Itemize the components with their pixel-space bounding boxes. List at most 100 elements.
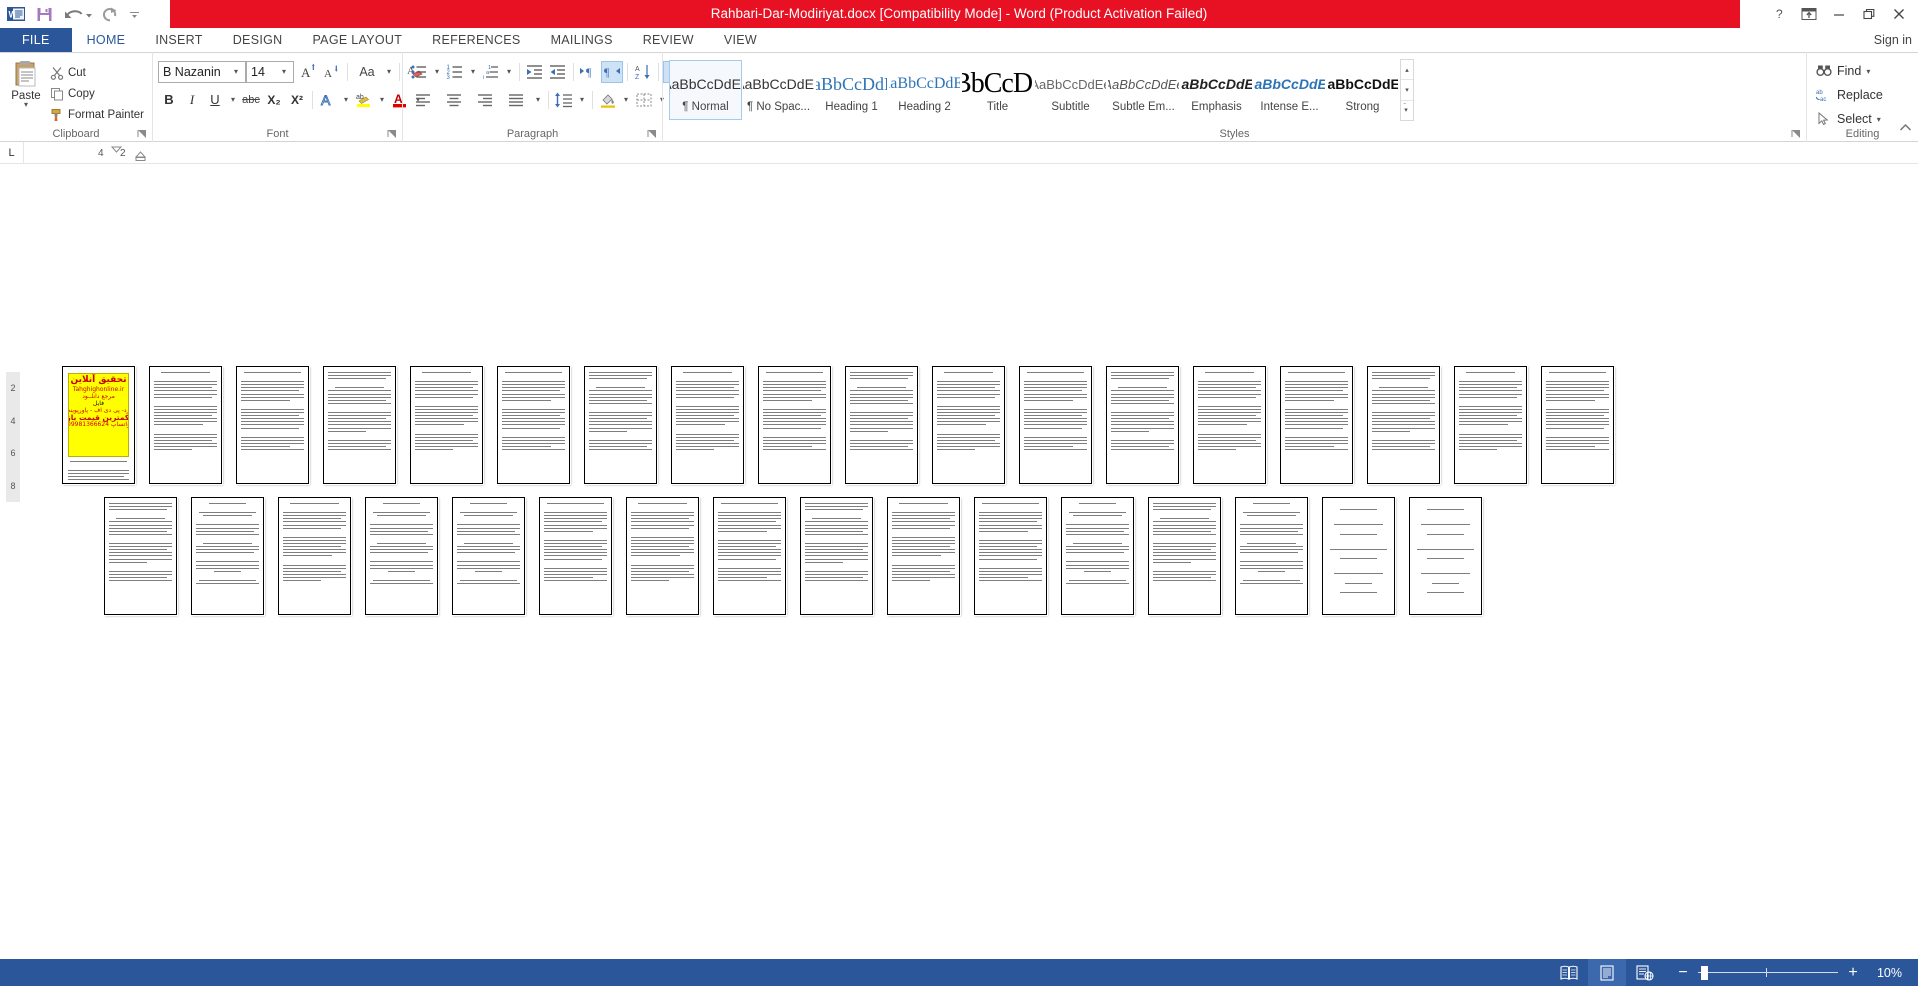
style-item-normal[interactable]: AaBbCcDdEe ¶ Normal (669, 60, 742, 120)
grow-font-icon[interactable]: A (298, 61, 320, 83)
page-thumbnail-20[interactable] (191, 497, 264, 615)
superscript-button[interactable]: X² (286, 89, 308, 111)
numbering-caret[interactable]: ▾ (467, 61, 479, 83)
page-thumbnail-28[interactable] (887, 497, 960, 615)
style-item-emphasis[interactable]: AaBbCcDdEe Emphasis (1180, 60, 1253, 120)
format-painter-button[interactable]: Format Painter (47, 105, 147, 124)
styles-gallery[interactable]: AaBbCcDdEe ¶ Normal AaBbCcDdEe ¶ No Spac… (668, 59, 1400, 121)
align-left-icon[interactable] (408, 89, 438, 111)
shading-icon[interactable] (597, 89, 619, 111)
page-thumbnail-11[interactable] (932, 366, 1005, 484)
page-thumbnail-29[interactable] (974, 497, 1047, 615)
styles-more-icon[interactable]: ▾ ‾ (1401, 101, 1413, 120)
select-caret[interactable]: ▾ (1877, 115, 1881, 124)
font-size-combo[interactable]: 14 ▾ (246, 60, 294, 83)
page-thumbnail-5[interactable] (410, 366, 483, 484)
clipboard-dialog-launcher[interactable] (137, 129, 148, 140)
tab-page-layout[interactable]: PAGE LAYOUT (297, 28, 417, 52)
bullets-icon[interactable] (408, 61, 430, 83)
text-effects-icon[interactable]: A (317, 89, 339, 111)
page-thumbnail-27[interactable] (800, 497, 873, 615)
page-thumbnail-18[interactable] (1541, 366, 1614, 484)
strikethrough-button[interactable]: abc (240, 89, 262, 111)
page-thumbnail-15[interactable] (1280, 366, 1353, 484)
justify-caret[interactable]: ▾ (532, 89, 544, 111)
page-thumbnail-24[interactable] (539, 497, 612, 615)
tab-file[interactable]: FILE (0, 28, 72, 52)
page-thumbnail-22[interactable] (365, 497, 438, 615)
page-thumbnail-12[interactable] (1019, 366, 1092, 484)
style-item-subtitle[interactable]: AaBbCcDdEe Subtitle (1034, 60, 1107, 120)
style-item-no-spacing[interactable]: AaBbCcDdEe ¶ No Spac... (742, 60, 815, 120)
page-thumbnail-26[interactable] (713, 497, 786, 615)
find-caret[interactable]: ▾ (1866, 67, 1870, 76)
multilevel-list-icon[interactable]: 1ai (480, 61, 502, 83)
highlight-color-icon[interactable]: ab (353, 89, 375, 111)
tab-mailings[interactable]: MAILINGS (536, 28, 628, 52)
tab-insert[interactable]: INSERT (140, 28, 217, 52)
sort-icon[interactable]: A Z (632, 61, 654, 83)
font-name-caret[interactable]: ▾ (229, 67, 243, 76)
collapse-ribbon-icon[interactable] (1899, 123, 1912, 137)
font-dialog-launcher[interactable] (387, 129, 398, 140)
page-thumbnail-14[interactable] (1193, 366, 1266, 484)
page-thumbnail-17[interactable] (1454, 366, 1527, 484)
style-item-heading-1[interactable]: AaBbCcDdEe Heading 1 (815, 60, 888, 120)
align-right-icon[interactable] (470, 89, 500, 111)
increase-indent-icon[interactable] (547, 61, 569, 83)
style-item-heading-2[interactable]: AaBbCcDdEe Heading 2 (888, 60, 961, 120)
page-thumbnail-1[interactable]: تحقیق آنلاین Tahghighonline.ir مرجع دانل… (62, 366, 135, 484)
numbering-icon[interactable]: 123 (444, 61, 466, 83)
page-thumbnail-30[interactable] (1061, 497, 1134, 615)
zoom-slider[interactable] (1698, 965, 1838, 980)
page-thumbnail-3[interactable] (236, 366, 309, 484)
page-thumbnail-4[interactable] (323, 366, 396, 484)
page-thumbnail-7[interactable] (584, 366, 657, 484)
tab-review[interactable]: REVIEW (628, 28, 709, 52)
left-to-right-text-direction-icon[interactable]: ¶ (578, 61, 600, 83)
web-layout-icon[interactable] (1626, 959, 1664, 986)
font-size-caret[interactable]: ▾ (277, 67, 291, 76)
ribbon-display-options-icon[interactable] (1794, 1, 1824, 27)
page-thumbnail-19[interactable] (104, 497, 177, 615)
page-thumbnail-33[interactable] (1322, 497, 1395, 615)
page-thumbnail-16[interactable] (1367, 366, 1440, 484)
tab-references[interactable]: REFERENCES (417, 28, 535, 52)
page-thumbnail-13[interactable] (1106, 366, 1179, 484)
underline-button[interactable]: U (204, 89, 226, 111)
zoom-in-button[interactable]: + (1846, 964, 1860, 980)
justify-icon[interactable] (501, 89, 531, 111)
page-thumbnail-8[interactable] (671, 366, 744, 484)
tab-design[interactable]: DESIGN (218, 28, 298, 52)
restore-icon[interactable] (1854, 1, 1884, 27)
borders-icon[interactable] (633, 89, 655, 111)
page-thumbnail-21[interactable] (278, 497, 351, 615)
cut-button[interactable]: Cut (47, 63, 147, 82)
paste-button[interactable]: Paste ▾ (5, 57, 47, 109)
styles-scroll-up-icon[interactable]: ▴ (1401, 60, 1413, 81)
style-item-subtle-emphasis[interactable]: AaBbCcDdEe Subtle Em... (1107, 60, 1180, 120)
page-thumbnail-34[interactable] (1409, 497, 1482, 615)
underline-caret[interactable]: ▾ (227, 89, 239, 111)
style-item-intense-emphasis[interactable]: AaBbCcDdEe Intense E... (1253, 60, 1326, 120)
text-effects-caret[interactable]: ▾ (340, 89, 352, 111)
paragraph-dialog-launcher[interactable] (647, 129, 658, 140)
zoom-slider-thumb[interactable] (1701, 965, 1708, 980)
styles-scroll-down-icon[interactable]: ▾ (1401, 80, 1413, 101)
print-layout-icon[interactable] (1588, 959, 1626, 986)
ruler-marks[interactable]: 4 2 (64, 146, 184, 161)
style-item-title[interactable]: AaBbCcDdEe Title (961, 60, 1034, 120)
page-thumbnail-9[interactable] (758, 366, 831, 484)
multilevel-list-caret[interactable]: ▾ (503, 61, 515, 83)
help-icon[interactable]: ? (1764, 1, 1794, 27)
style-item-strong[interactable]: AaBbCcDdEe Strong (1326, 60, 1399, 120)
shrink-font-icon[interactable]: A (321, 61, 343, 83)
read-mode-icon[interactable] (1550, 959, 1588, 986)
vertical-ruler[interactable]: 2 4 6 8 (6, 372, 20, 502)
line-spacing-icon[interactable] (553, 89, 575, 111)
select-button[interactable]: Select ▾ (1812, 108, 1885, 130)
page-thumbnail-25[interactable] (626, 497, 699, 615)
right-to-left-text-direction-icon[interactable]: ¶ (601, 60, 623, 83)
zoom-control[interactable]: − + 10% (1664, 964, 1908, 980)
line-spacing-caret[interactable]: ▾ (576, 89, 588, 111)
